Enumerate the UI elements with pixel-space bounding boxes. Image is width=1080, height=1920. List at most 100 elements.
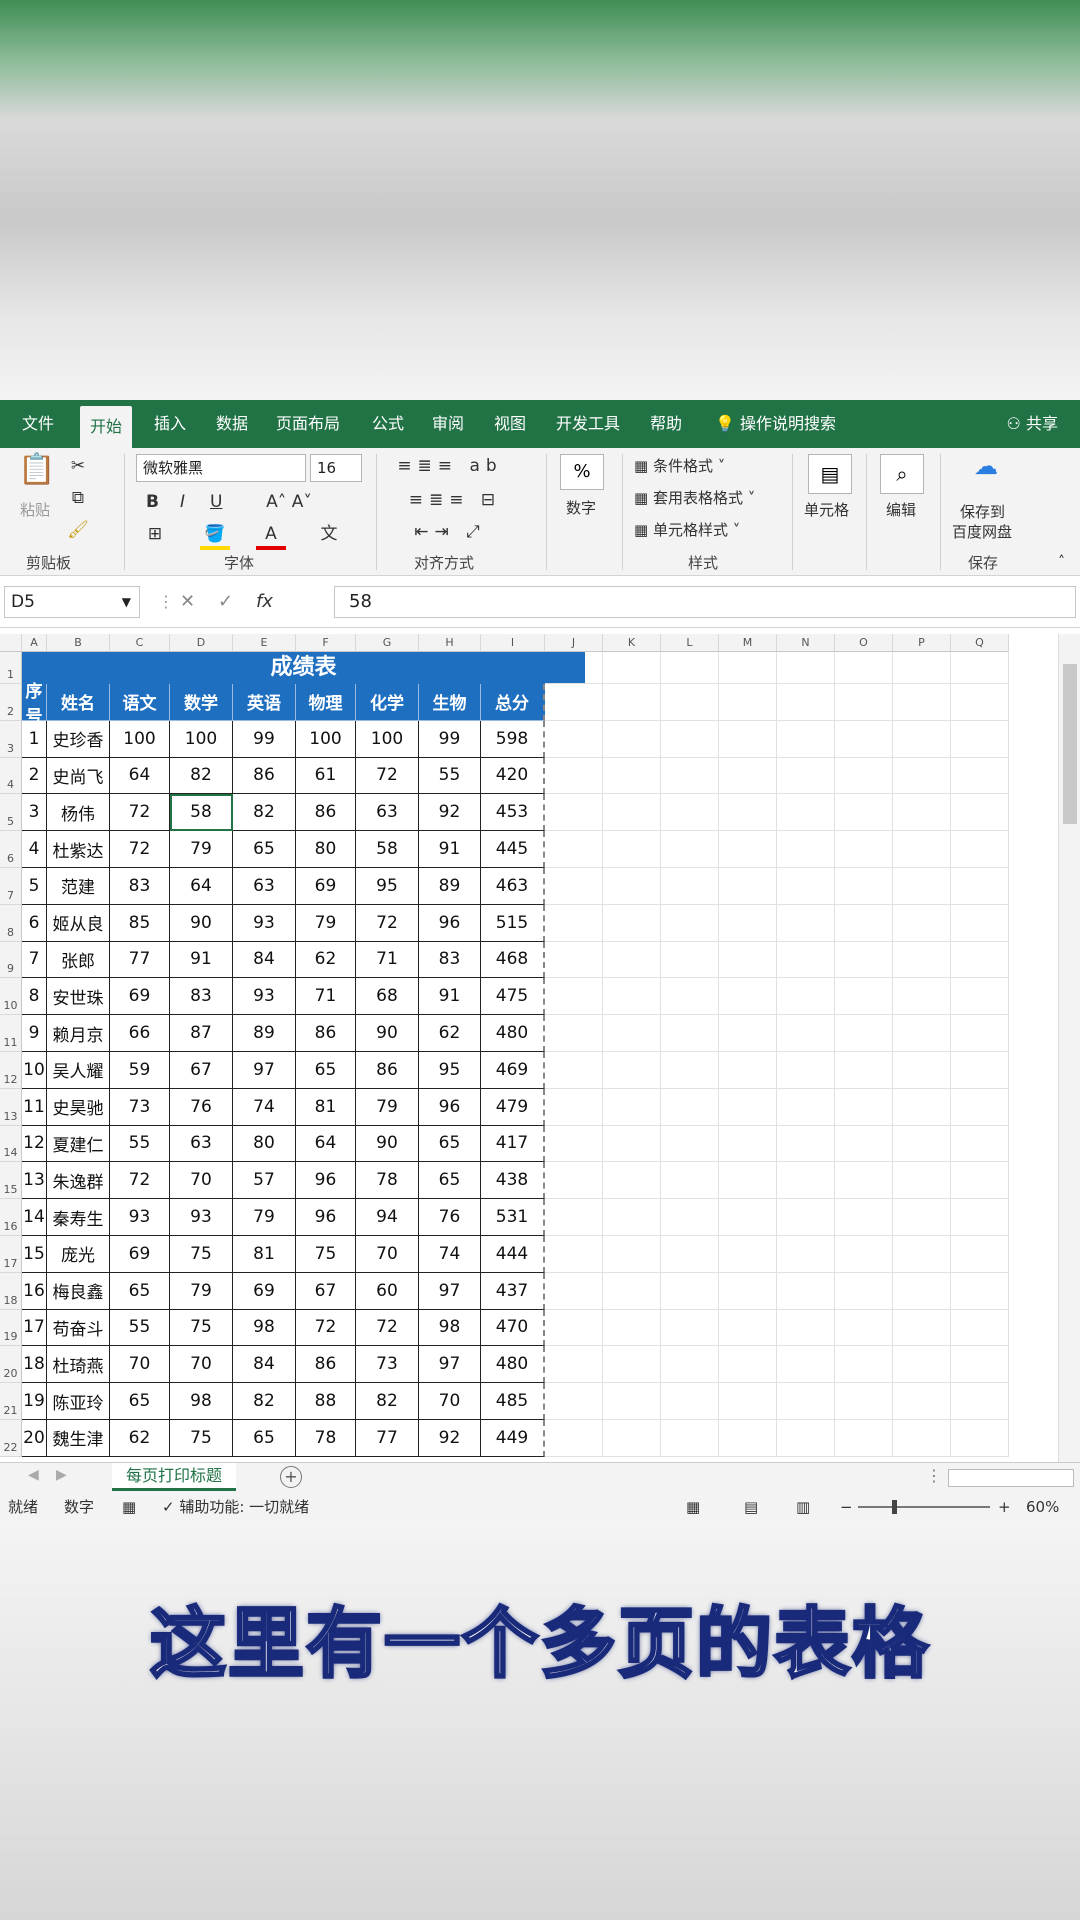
table-cell[interactable]: 63 <box>170 1125 233 1163</box>
empty-cell[interactable] <box>893 1052 951 1089</box>
empty-cell[interactable] <box>545 1088 603 1126</box>
copy-icon[interactable]: ⧉ <box>66 486 90 510</box>
accessibility-status[interactable]: ✓ 辅助功能: 一切就绪 <box>162 1494 309 1520</box>
empty-cell[interactable] <box>661 1420 719 1457</box>
empty-cell[interactable] <box>893 1236 951 1273</box>
empty-cell[interactable] <box>719 868 777 905</box>
table-cell[interactable]: 14 <box>22 1199 47 1236</box>
empty-cell[interactable] <box>893 757 951 795</box>
empty-cell[interactable] <box>603 941 661 979</box>
table-cell[interactable]: 76 <box>419 1199 481 1236</box>
table-cell[interactable]: 6 <box>22 904 47 942</box>
table-cell[interactable]: 70 <box>170 1346 233 1384</box>
column-header[interactable]: G <box>356 634 419 652</box>
empty-cell[interactable] <box>951 1272 1009 1310</box>
table-cell[interactable]: 91 <box>419 831 481 868</box>
empty-cell[interactable] <box>951 1309 1009 1347</box>
empty-cell[interactable] <box>545 1162 603 1200</box>
row-header[interactable]: 10 <box>0 978 22 1016</box>
empty-cell[interactable] <box>603 1088 661 1126</box>
empty-cell[interactable] <box>777 1125 835 1163</box>
table-cell[interactable]: 17 <box>22 1309 47 1347</box>
column-header[interactable]: D <box>170 634 233 652</box>
column-header[interactable]: C <box>110 634 170 652</box>
table-cell[interactable]: 1 <box>22 720 47 758</box>
format-painter-icon[interactable]: 🖌 <box>66 518 90 542</box>
table-cell[interactable]: 19 <box>22 1383 47 1420</box>
empty-cell[interactable] <box>603 868 661 905</box>
empty-cell[interactable] <box>719 684 777 721</box>
row-header[interactable]: 13 <box>0 1088 22 1126</box>
tab-insert[interactable]: 插入 <box>154 400 186 448</box>
vertical-align-icons[interactable]: ≡≣≡ ab <box>390 454 510 478</box>
table-cell[interactable]: 68 <box>356 978 419 1016</box>
indent-icons[interactable]: ⇤⇥ ⤢ <box>390 520 510 544</box>
table-cell[interactable]: 67 <box>296 1272 356 1310</box>
macro-record-icon[interactable]: ▦ <box>122 1494 136 1520</box>
table-cell[interactable]: 480 <box>481 1346 545 1384</box>
empty-cell[interactable] <box>777 684 835 721</box>
empty-cell[interactable] <box>777 941 835 979</box>
empty-cell[interactable] <box>603 1199 661 1236</box>
baidu-netdisk-icon[interactable]: ☁ <box>968 454 1004 478</box>
font-color-icon[interactable]: A <box>256 522 286 550</box>
vertical-scrollbar[interactable] <box>1058 634 1080 1462</box>
empty-cell[interactable] <box>719 1383 777 1420</box>
table-cell[interactable]: 92 <box>419 1420 481 1457</box>
conditional-formatting-button[interactable]: ▦ 条件格式 ˅ <box>634 456 725 476</box>
row-header[interactable]: 20 <box>0 1346 22 1384</box>
table-cell[interactable]: 吴人耀 <box>47 1052 110 1089</box>
table-cell[interactable]: 93 <box>233 904 296 942</box>
table-cell[interactable]: 92 <box>419 794 481 832</box>
empty-cell[interactable] <box>835 794 893 832</box>
cells-button[interactable]: 单元格 <box>804 500 849 520</box>
empty-cell[interactable] <box>719 1125 777 1163</box>
empty-cell[interactable] <box>893 720 951 758</box>
tab-file[interactable]: 文件 <box>22 400 54 448</box>
table-cell[interactable]: 57 <box>233 1162 296 1200</box>
table-cell[interactable]: 96 <box>296 1162 356 1200</box>
table-cell[interactable]: 85 <box>110 904 170 942</box>
column-header[interactable]: A <box>22 634 47 652</box>
table-cell[interactable]: 16 <box>22 1272 47 1310</box>
empty-cell[interactable] <box>545 1125 603 1163</box>
table-cell[interactable]: 61 <box>296 757 356 795</box>
empty-cell[interactable] <box>835 1125 893 1163</box>
empty-cell[interactable] <box>777 1162 835 1200</box>
table-cell[interactable]: 67 <box>170 1052 233 1089</box>
table-cell[interactable]: 魏生津 <box>47 1420 110 1457</box>
table-cell[interactable]: 65 <box>233 831 296 868</box>
empty-cell[interactable] <box>835 1088 893 1126</box>
empty-cell[interactable] <box>777 978 835 1016</box>
table-cell[interactable]: 87 <box>170 1015 233 1052</box>
row-header[interactable]: 1 <box>0 652 22 684</box>
table-cell[interactable]: 74 <box>233 1088 296 1126</box>
empty-cell[interactable] <box>777 794 835 832</box>
empty-cell[interactable] <box>661 1052 719 1089</box>
table-header-cell[interactable]: 生物 <box>419 684 481 721</box>
column-header[interactable]: I <box>481 634 545 652</box>
table-cell[interactable]: 65 <box>296 1052 356 1089</box>
table-cell[interactable]: 史尚飞 <box>47 757 110 795</box>
empty-cell[interactable] <box>545 1199 603 1236</box>
table-cell[interactable]: 63 <box>356 794 419 832</box>
empty-cell[interactable] <box>777 1199 835 1236</box>
table-cell[interactable]: 55 <box>419 757 481 795</box>
empty-cell[interactable] <box>603 1420 661 1457</box>
font-name-select[interactable]: 微软雅黑 <box>136 454 306 482</box>
row-header[interactable]: 18 <box>0 1272 22 1310</box>
empty-cell[interactable] <box>719 1272 777 1310</box>
empty-cell[interactable] <box>835 978 893 1016</box>
empty-cell[interactable] <box>777 1383 835 1420</box>
empty-cell[interactable] <box>545 1309 603 1347</box>
name-box[interactable]: D5 ▼ <box>4 586 140 618</box>
share-button[interactable]: ⚇ 共享 <box>1007 400 1058 448</box>
row-header[interactable]: 11 <box>0 1015 22 1052</box>
table-cell[interactable]: 58 <box>356 831 419 868</box>
table-cell[interactable]: 96 <box>419 904 481 942</box>
table-cell[interactable]: 97 <box>233 1052 296 1089</box>
empty-cell[interactable] <box>893 868 951 905</box>
empty-cell[interactable] <box>777 1309 835 1347</box>
empty-cell[interactable] <box>777 720 835 758</box>
empty-cell[interactable] <box>777 1272 835 1310</box>
